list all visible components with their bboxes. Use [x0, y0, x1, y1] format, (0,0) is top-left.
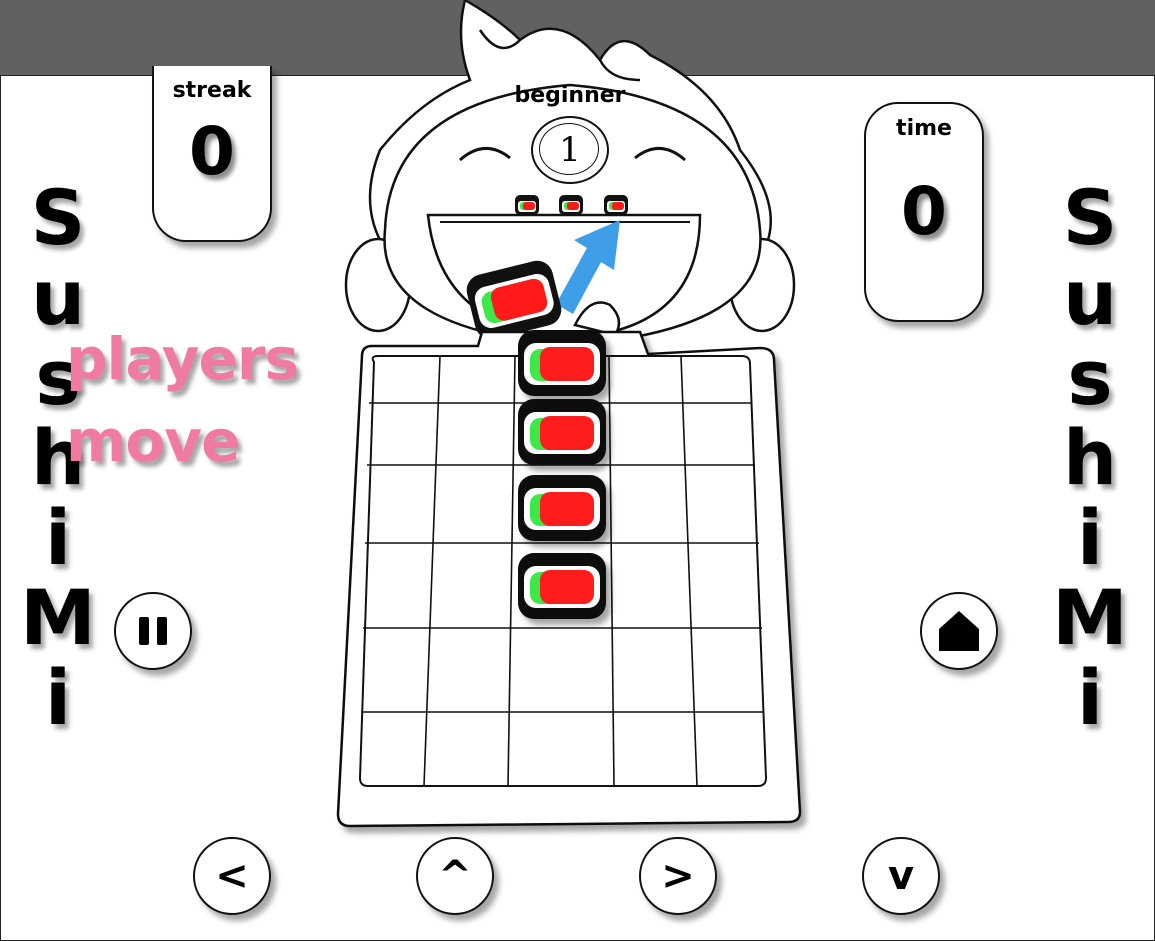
- move-up-button[interactable]: ^: [416, 837, 494, 915]
- title-right: S u s h i M i: [1052, 173, 1128, 742]
- mini-sushi-2: [559, 195, 583, 215]
- level-badge: 1: [531, 116, 609, 184]
- home-icon: [939, 611, 979, 651]
- hint-text: players move: [66, 325, 299, 475]
- streak-card: streak 0: [152, 66, 272, 242]
- move-right-button[interactable]: >: [639, 837, 717, 915]
- streak-value: 0: [189, 113, 235, 190]
- pause-button[interactable]: [114, 592, 192, 670]
- move-left-button[interactable]: <: [193, 837, 271, 915]
- time-label: time: [896, 116, 952, 141]
- down-arrow-icon: v: [887, 853, 915, 899]
- pause-icon: [139, 617, 167, 645]
- right-arrow-icon: >: [661, 853, 695, 899]
- level-number: 1: [559, 130, 581, 170]
- move-down-button[interactable]: v: [862, 837, 940, 915]
- home-button[interactable]: [920, 592, 998, 670]
- left-arrow-icon: <: [215, 853, 249, 899]
- mini-sushi-1: [515, 195, 539, 215]
- up-arrow-icon: ^: [438, 853, 472, 899]
- streak-label: streak: [172, 78, 252, 103]
- mini-sushi-3: [604, 195, 628, 215]
- difficulty-label: beginner: [514, 83, 626, 108]
- time-value: 0: [901, 173, 947, 250]
- time-card: time 0: [864, 102, 984, 322]
